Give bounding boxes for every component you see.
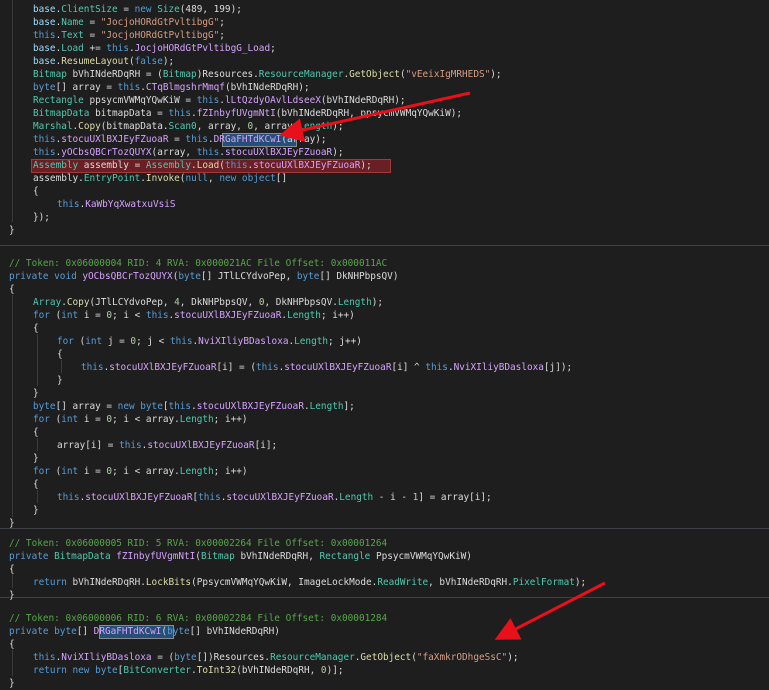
annotation-arrows: [279, 91, 606, 640]
code-editor[interactable]: base.ClientSize = new Size(489, 199); bas…: [0, 0, 769, 689]
red-arrow-to-DRGaFHTdKCwI-call: [279, 91, 471, 142]
red-arrow-to-faXmkrODhgeSsC-resource: [494, 581, 606, 640]
